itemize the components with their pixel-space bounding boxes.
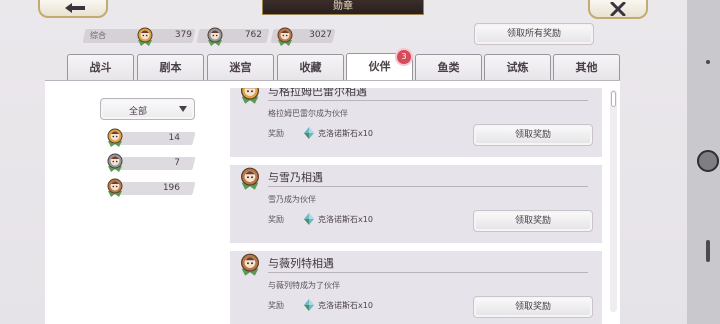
divider [268,272,588,273]
bronze-medal-icon [106,178,124,198]
list-item: 与雪乃相遇 雪乃成为伙伴 奖励 克洛诺斯石x10 领取奖励 [230,165,602,243]
list-item: 与薇列特相遇 与薇列特成为了伙伴 奖励 克洛诺斯石x10 领取奖励 [230,251,602,324]
bronze-medal-icon [239,253,261,277]
tab-other[interactable]: 其他 [553,54,620,80]
list-item: 与格拉姆巴雷尔相遇 格拉姆巴雷尔成为伙伴 奖励 克洛诺斯石x10 领取奖励 [230,88,602,157]
chronos-stone-icon [304,127,314,139]
tab-fish[interactable]: 鱼类 [415,54,482,80]
divider [268,186,588,187]
gold-medal-icon [106,128,124,148]
summary-silver-count: 762 [244,30,262,40]
achievement-description: 格拉姆巴雷尔成为伙伴 [268,109,348,118]
bronze-medal-icon [239,167,261,191]
close-icon [610,2,626,16]
tab-notification-badge: 3 [395,48,413,66]
reward-label: 奖励 [268,129,284,138]
achievement-description: 雪乃成为伙伴 [268,195,316,204]
achievement-title: 与格拉姆巴雷尔相遇 [268,88,367,98]
filter-selected: 全部 [128,107,147,117]
back-button[interactable] [38,0,108,18]
tab-trial[interactable]: 试炼 [484,54,551,80]
chronos-stone-icon [304,299,314,311]
reward-item: 克洛诺斯石x10 [318,301,373,310]
claim-reward-button[interactable]: 领取奖励 [473,296,593,318]
claim-reward-button[interactable]: 领取奖励 [473,210,593,232]
page-title: 勋章 [262,0,424,15]
system-back-icon[interactable] [706,240,710,262]
achievement-list[interactable]: 与格拉姆巴雷尔相遇 格拉姆巴雷尔成为伙伴 奖励 克洛诺斯石x10 领取奖励 与雪… [230,88,602,324]
reward-label: 奖励 [268,215,284,224]
back-arrow-icon [65,3,85,13]
list-scrollbar[interactable] [610,90,617,312]
silver-medal-count: 7 [174,158,180,168]
achievement-description: 与薇列特成为了伙伴 [268,281,340,290]
close-button[interactable] [588,0,648,19]
silver-medal-icon [106,153,124,173]
achievement-title: 与雪乃相遇 [268,171,323,184]
claim-all-button[interactable]: 领取所有奖励 [474,23,594,45]
tab-script[interactable]: 剧本 [137,54,204,80]
summary-label: 综合 [90,31,106,40]
claim-reward-button[interactable]: 领取奖励 [473,124,593,146]
gold-medal-count: 14 [168,133,180,143]
tab-labyrinth[interactable]: 迷宫 [207,54,274,80]
tab-collection[interactable]: 收藏 [277,54,344,80]
reward-item: 克洛诺斯石x10 [318,215,373,224]
bronze-medal-count: 196 [162,183,180,193]
chronos-stone-icon [304,213,314,225]
system-menu-icon[interactable] [706,60,710,64]
summary-bronze-count: 3027 [309,30,332,40]
system-home-icon[interactable] [697,150,719,172]
gold-medal-icon [239,88,261,105]
achievement-title: 与薇列特相遇 [268,257,334,270]
tab-battle[interactable]: 战斗 [67,54,134,80]
reward-item: 克洛诺斯石x10 [318,129,373,138]
filter-dropdown[interactable]: 全部 [100,98,195,120]
scrollbar-thumb[interactable] [611,91,616,107]
divider [268,100,588,101]
summary-gold-count: 379 [174,30,192,40]
dropdown-arrow-icon [179,106,187,112]
reward-label: 奖励 [268,301,284,310]
